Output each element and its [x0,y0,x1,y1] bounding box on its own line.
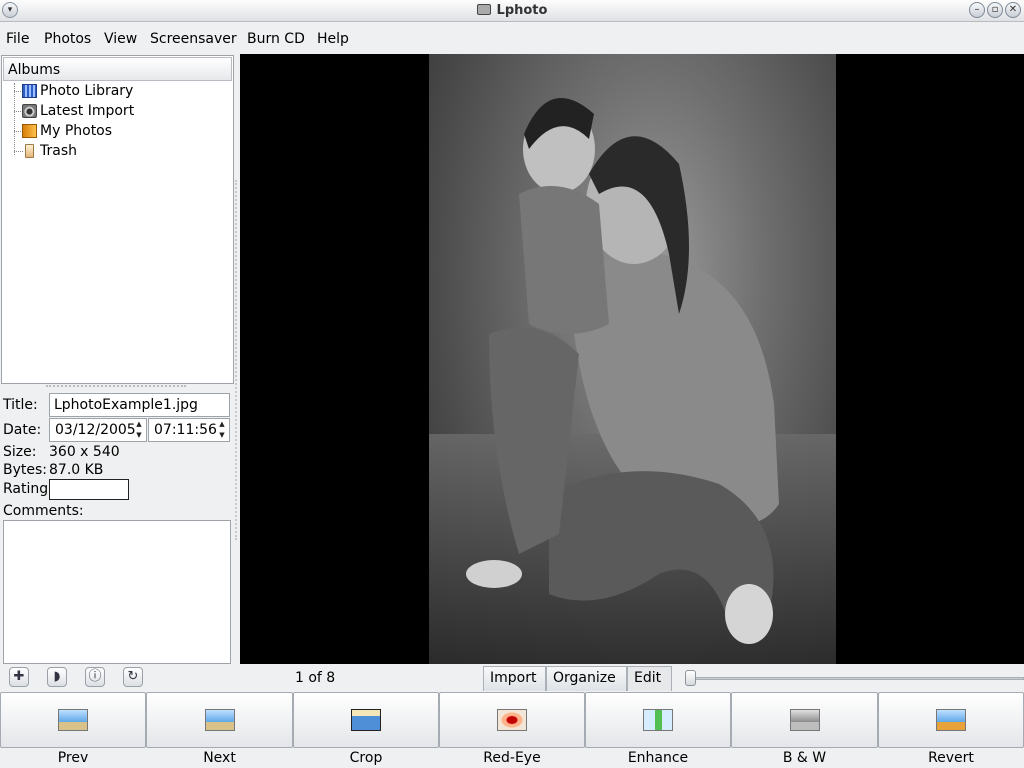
photo-image [429,54,836,664]
next-label: Next [203,750,236,766]
red-eye-label: Red-Eye [483,750,541,766]
menu-view[interactable]: View [104,31,137,47]
photo-illustration [429,98,836,664]
red-eye-button[interactable] [439,692,585,748]
tab-organize[interactable]: Organize [546,666,627,691]
camera-icon [22,104,37,118]
maximize-button[interactable]: ▫ [987,2,1003,18]
zoom-slider-track[interactable] [690,677,1024,680]
menu-burn-cd[interactable]: Burn CD [247,31,305,47]
info-button[interactable]: ⓘ [85,667,105,687]
minimize-button[interactable]: – [969,2,985,18]
photo-library-icon [22,84,37,98]
album-label: Trash [40,143,77,159]
title-field[interactable]: LphotoExample1.jpg [49,393,230,417]
menu-screensaver[interactable]: Screensaver [150,31,237,47]
revert-label: Revert [928,750,974,766]
tab-edit[interactable]: Edit [627,666,672,691]
albums-panel: Albums Photo Library Latest Import My Ph… [1,55,234,384]
menu-bar: File Photos View Screensaver Burn CD Hel… [0,23,1024,54]
bw-label: B & W [782,750,827,766]
crop-icon [351,709,381,731]
time-field[interactable]: 07:11:56 ▲ ▼ [148,418,230,442]
album-my-photos[interactable]: My Photos [22,122,112,140]
next-button[interactable] [146,692,293,748]
bytes-value: 87.0 KB [49,462,104,478]
prev-icon [58,709,88,731]
prev-label: Prev [57,750,89,766]
rating-label: Rating: [3,481,53,497]
add-button[interactable]: ✚ [9,667,29,687]
window-title-text: Lphoto [496,3,548,18]
comments-textarea[interactable] [3,520,231,664]
tab-import[interactable]: Import [483,666,546,691]
enhance-icon [643,709,673,731]
title-label: Title: [3,397,38,413]
close-button[interactable]: ✕ [1005,2,1021,18]
photo-counter: 1 of 8 [295,670,336,686]
date-label: Date: [3,422,42,438]
revert-icon [936,709,966,731]
vertical-splitter[interactable] [235,180,237,540]
red-eye-icon [497,709,527,731]
album-photo-library[interactable]: Photo Library [22,82,133,100]
albums-header[interactable]: Albums [3,57,232,81]
zoom-slider-thumb[interactable] [685,670,696,686]
bytes-label: Bytes: [3,462,48,478]
title-value: LphotoExample1.jpg [54,397,198,413]
black-white-icon [789,709,820,731]
bw-button[interactable] [731,692,878,748]
trash-icon [25,144,34,158]
album-label: Latest Import [40,103,135,119]
menu-help[interactable]: Help [317,31,349,47]
enhance-label: Enhance [627,750,689,766]
album-latest-import[interactable]: Latest Import [22,102,134,120]
date-spinner[interactable]: ▲ ▼ [132,419,146,441]
album-label: Photo Library [40,83,134,99]
time-spinner[interactable]: ▲ ▼ [215,419,229,441]
size-label: Size: [3,444,37,460]
date-field[interactable]: 03/12/2005 ▲ ▼ [49,418,147,442]
size-value: 360 x 540 [49,444,120,460]
folder-icon [22,124,37,138]
play-slideshow-button[interactable]: ◗ [47,667,67,687]
album-trash[interactable]: Trash [22,142,77,160]
title-bar: ▾ Lphoto – ▫ ✕ [0,0,1024,22]
window-title: Lphoto [0,3,1024,18]
prev-button[interactable] [0,692,146,748]
date-value: 03/12/2005 [55,422,136,438]
enhance-button[interactable] [585,692,731,748]
crop-button[interactable] [293,692,439,748]
crop-label: Crop [349,750,383,766]
menu-photos[interactable]: Photos [44,31,91,47]
next-icon [204,709,235,731]
comments-label: Comments: [3,503,84,519]
revert-button[interactable] [878,692,1024,748]
rating-field[interactable] [49,479,129,500]
rotate-button[interactable]: ↻ [123,667,143,687]
panel-splitter[interactable] [46,385,186,389]
app-icon [476,4,491,15]
album-label: My Photos [40,123,113,139]
time-value: 07:11:56 [154,422,217,438]
menu-file[interactable]: File [6,31,29,47]
photo-viewer[interactable] [240,54,1024,664]
